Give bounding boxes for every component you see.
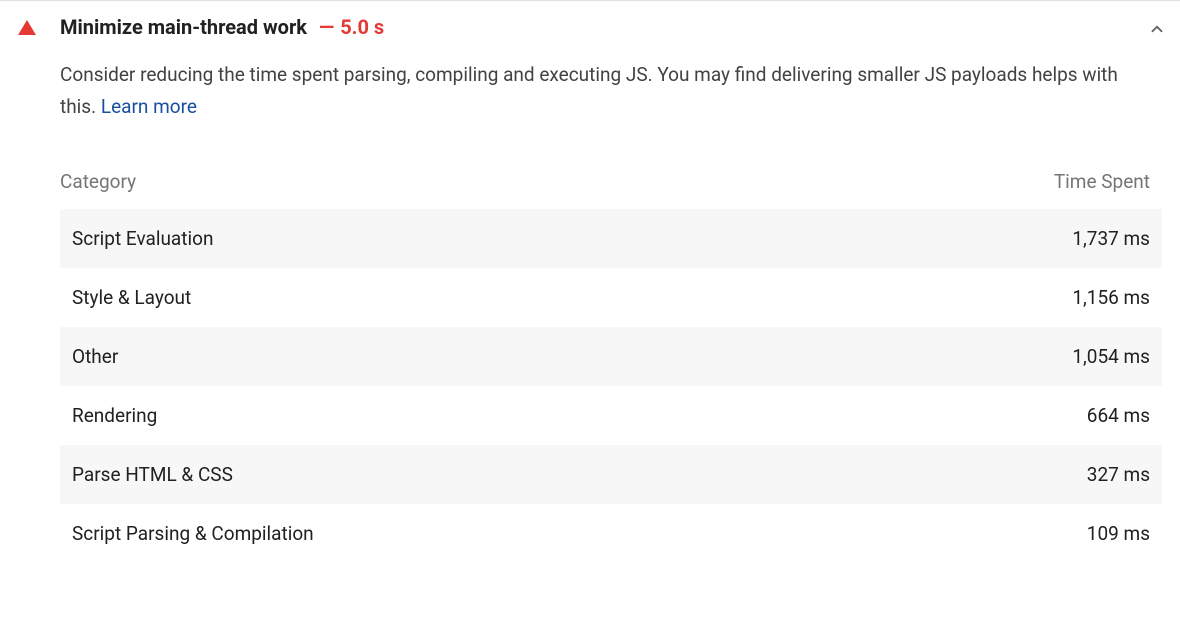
- cell-category: Rendering: [72, 404, 1087, 427]
- table-row: Script Evaluation 1,737 ms: [60, 209, 1162, 268]
- cell-time: 1,156 ms: [1072, 286, 1150, 309]
- audit-title: Minimize main-thread work: [60, 15, 307, 39]
- audit-item: Minimize main-thread work — 5.0 s Consid…: [0, 0, 1180, 563]
- audit-description-text: Consider reducing the time spent parsing…: [60, 63, 1118, 118]
- table-row: Parse HTML & CSS 327 ms: [60, 445, 1162, 504]
- cell-category: Script Evaluation: [72, 227, 1072, 250]
- table-row: Script Parsing & Compilation 109 ms: [60, 504, 1162, 563]
- audit-dash: —: [319, 15, 334, 39]
- chevron-up-icon: [1148, 20, 1162, 34]
- cell-time: 1,054 ms: [1072, 345, 1150, 368]
- cell-time: 109 ms: [1087, 522, 1150, 545]
- warning-triangle-icon: [18, 20, 36, 35]
- col-header-category: Category: [60, 170, 1054, 193]
- cell-time: 1,737 ms: [1072, 227, 1150, 250]
- cell-category: Other: [72, 345, 1072, 368]
- cell-category: Parse HTML & CSS: [72, 463, 1087, 486]
- audit-header[interactable]: Minimize main-thread work — 5.0 s: [0, 1, 1180, 49]
- table-row: Style & Layout 1,156 ms: [60, 268, 1162, 327]
- breakdown-table: Category Time Spent Script Evaluation 1,…: [60, 170, 1162, 563]
- col-header-time: Time Spent: [1054, 170, 1150, 193]
- table-row: Rendering 664 ms: [60, 386, 1162, 445]
- table-header: Category Time Spent: [60, 170, 1162, 209]
- audit-body: Consider reducing the time spent parsing…: [0, 49, 1180, 563]
- cell-category: Script Parsing & Compilation: [72, 522, 1087, 545]
- audit-description: Consider reducing the time spent parsing…: [60, 59, 1162, 124]
- audit-value: 5.0 s: [340, 15, 384, 39]
- cell-category: Style & Layout: [72, 286, 1072, 309]
- cell-time: 327 ms: [1087, 463, 1150, 486]
- learn-more-link[interactable]: Learn more: [101, 95, 197, 118]
- cell-time: 664 ms: [1087, 404, 1150, 427]
- table-row: Other 1,054 ms: [60, 327, 1162, 386]
